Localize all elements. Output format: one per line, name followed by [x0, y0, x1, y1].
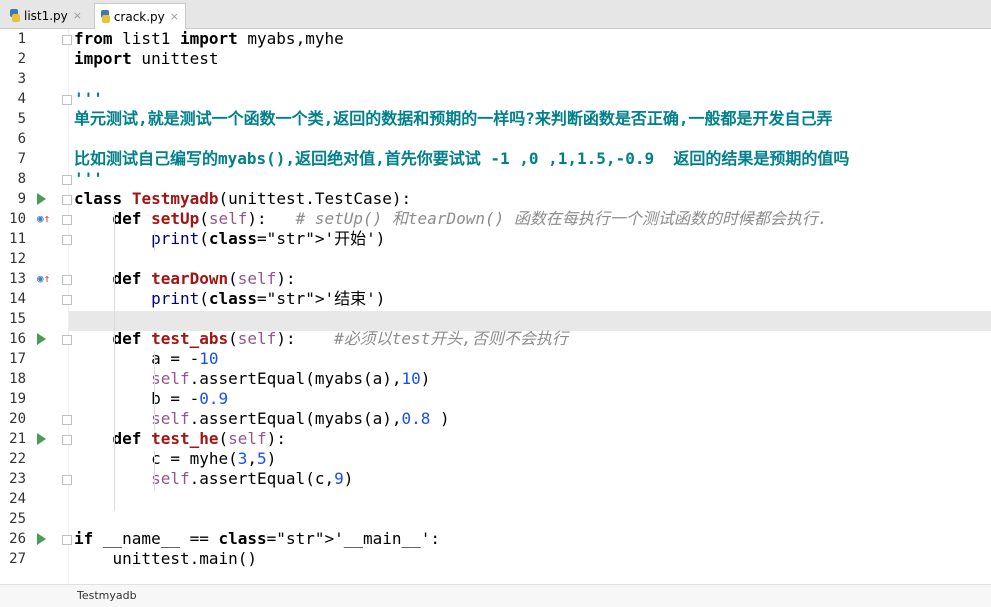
line-number: 22	[9, 451, 26, 467]
fold-marker-icon[interactable]	[62, 335, 72, 345]
line-number: 17	[9, 351, 26, 367]
code-line[interactable]: print(class="str">'结束')	[74, 289, 385, 309]
tab-label: crack.py	[113, 9, 165, 24]
code-line[interactable]: import unittest	[74, 49, 219, 69]
code-line[interactable]: 单元测试,就是测试一个函数一个类,返回的数据和预期的一样吗?来判断函数是否正确,…	[74, 109, 833, 129]
line-number: 26	[9, 531, 26, 547]
fold-marker-icon[interactable]	[62, 415, 72, 425]
override-method-icon[interactable]: ◉↑	[37, 269, 50, 289]
gutter-divider	[68, 29, 69, 584]
line-number: 20	[9, 411, 26, 427]
line-number: 23	[9, 471, 26, 487]
code-line[interactable]: def tearDown(self):	[74, 269, 296, 289]
breadcrumb-bar: Testmyadb	[0, 584, 991, 607]
code-line[interactable]: b = -0.9	[74, 389, 228, 409]
code-line[interactable]: class Testmyadb(unittest.TestCase):	[74, 189, 411, 209]
line-number: 14	[9, 291, 26, 307]
code-line[interactable]: def setUp(self): # setUp() 和tearDown() 函…	[74, 209, 828, 229]
code-line[interactable]: def test_abs(self): #必须以test开头,否则不会执行	[74, 329, 568, 349]
line-number: 11	[9, 231, 26, 247]
tab-list1-py[interactable]: list1.py ×	[4, 3, 88, 28]
line-number: 15	[9, 311, 26, 327]
breadcrumb-class[interactable]: Testmyadb	[77, 585, 137, 607]
line-number: 6	[17, 131, 26, 147]
line-number: 27	[9, 551, 26, 567]
code-line[interactable]: '''	[74, 89, 103, 109]
run-test-icon[interactable]	[37, 333, 46, 345]
line-number: 4	[17, 91, 26, 107]
fold-marker-icon[interactable]	[62, 195, 72, 205]
line-number: 13	[9, 271, 26, 287]
code-line[interactable]: c = myhe(3,5)	[74, 449, 276, 469]
tab-label: list1.py	[23, 8, 68, 23]
fold-marker-icon[interactable]	[62, 215, 72, 225]
code-line[interactable]: def test_he(self):	[74, 429, 286, 449]
indent-guide	[114, 211, 115, 511]
override-method-icon[interactable]: ◉↑	[37, 209, 50, 229]
line-number: 1	[17, 31, 26, 47]
indent-guide	[154, 231, 155, 251]
close-tab-icon[interactable]: ×	[73, 9, 82, 22]
line-number: 8	[17, 171, 26, 187]
fold-marker-icon[interactable]	[62, 535, 72, 545]
close-tab-icon[interactable]: ×	[170, 10, 179, 23]
line-number: 3	[17, 71, 26, 87]
code-line[interactable]: self.assertEqual(myabs(a),10)	[74, 369, 430, 389]
fold-marker-icon[interactable]	[62, 235, 72, 245]
fold-marker-icon[interactable]	[62, 175, 72, 185]
code-line[interactable]: 比如测试自己编写的myabs(),返回绝对值,首先你要试试 -1 ,0 ,1,1…	[74, 149, 849, 169]
code-line[interactable]: if __name__ == class="str">'__main__':	[74, 529, 440, 549]
editor-tab-bar: list1.py × crack.py ×	[0, 0, 991, 29]
python-file-icon	[10, 9, 20, 22]
line-number: 16	[9, 331, 26, 347]
code-line[interactable]: print(class="str">'开始')	[74, 229, 385, 249]
fold-marker-icon[interactable]	[62, 435, 72, 445]
line-number: 7	[17, 151, 26, 167]
python-file-icon	[101, 10, 110, 23]
line-number: 5	[17, 111, 26, 127]
indent-guide	[154, 351, 155, 431]
line-number: 25	[9, 511, 26, 527]
line-number: 24	[9, 491, 26, 507]
line-number: 2	[17, 51, 26, 67]
fold-marker-icon[interactable]	[62, 95, 72, 105]
fold-marker-icon[interactable]	[62, 475, 72, 485]
run-test-icon[interactable]	[37, 533, 46, 545]
line-number: 9	[17, 191, 26, 207]
code-line[interactable]: '''	[74, 169, 103, 189]
fold-marker-icon[interactable]	[62, 275, 72, 285]
code-line[interactable]: a = -10	[74, 349, 218, 369]
line-number: 18	[9, 371, 26, 387]
code-line[interactable]: unittest.main()	[74, 549, 258, 569]
run-test-icon[interactable]	[37, 193, 46, 205]
fold-marker-icon[interactable]	[62, 295, 72, 305]
code-line[interactable]: self.assertEqual(myabs(a),0.8 )	[74, 409, 450, 429]
fold-marker-icon[interactable]	[62, 35, 72, 45]
code-line[interactable]: from list1 import myabs,myhe	[74, 29, 344, 49]
tab-crack-py[interactable]: crack.py ×	[94, 3, 186, 29]
line-number: 21	[9, 431, 26, 447]
indent-guide	[154, 451, 155, 491]
current-line-highlight	[0, 311, 991, 331]
line-number: 19	[9, 391, 26, 407]
run-test-icon[interactable]	[37, 433, 46, 445]
line-number: 10	[9, 211, 26, 227]
line-number: 12	[9, 251, 26, 267]
code-line[interactable]: self.assertEqual(c,9)	[74, 469, 353, 489]
